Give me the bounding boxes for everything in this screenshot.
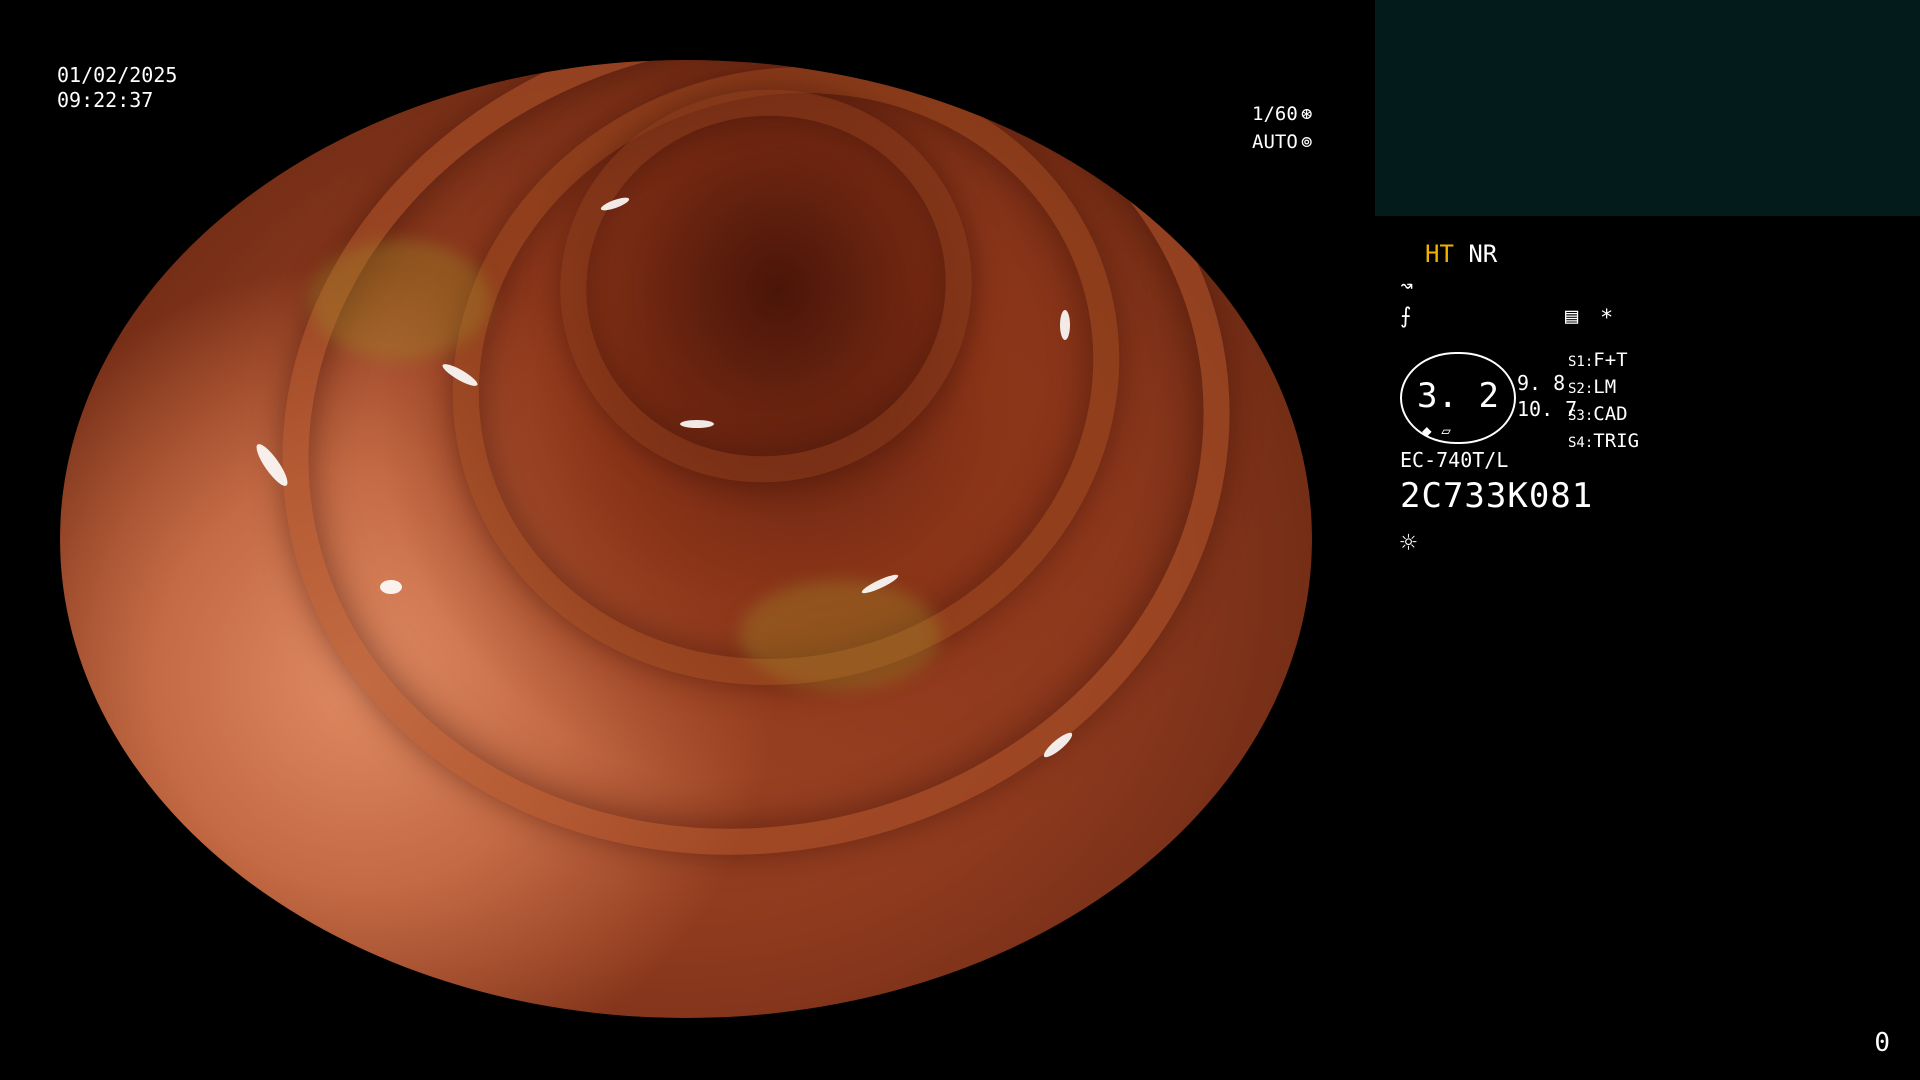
slot-row: S3:CAD [1568, 403, 1628, 425]
function-icon: ⨍ [1400, 304, 1412, 329]
date-text: 01/02/2025 [57, 63, 178, 87]
zoom-value: 3. 2 [1417, 376, 1499, 416]
aperture-icon: ⊛ [1301, 103, 1313, 125]
exposure-overlay: 1/60 ⊛ AUTO ⊚ [1252, 100, 1316, 156]
bile-patch [740, 580, 940, 690]
asterisk-icon: * [1600, 306, 1614, 331]
record-icon: ▤ [1565, 304, 1579, 329]
reflection-highlight [680, 420, 714, 428]
reflection-highlight [1060, 310, 1070, 340]
iris-mode-text: AUTO [1252, 131, 1298, 153]
light-icon: ☼ [1400, 526, 1417, 559]
enhancement-icon: ↝ [1400, 274, 1414, 299]
switch-slots: S1:F+T S2:LM S3:CAD S4:TRIG [1568, 348, 1639, 456]
mode-nr-label: NR [1468, 240, 1498, 268]
image-mode-indicator: HT NR [1425, 240, 1497, 268]
frame-counter: 0 [1874, 1028, 1890, 1058]
slot-row: S2:LM [1568, 376, 1617, 398]
bile-patch [310, 240, 490, 360]
time-text: 09:22:37 [57, 88, 154, 112]
shutter-speed-text: 1/60 [1252, 103, 1298, 125]
scope-serial: 2C733K081 [1400, 476, 1594, 516]
reflection-highlight [380, 580, 402, 594]
scope-tip-icon: ◆ ▱ [1422, 421, 1451, 440]
datetime-overlay: 01/02/2025 09:22:37 [57, 63, 177, 113]
thumbnail-panel [1375, 0, 1920, 216]
slot-row: S1:F+T [1568, 349, 1628, 371]
endoscope-view [60, 60, 1312, 1018]
zoom-gauge: 3. 2 ◆ ▱ [1400, 352, 1516, 444]
scope-model: EC-740T/L [1400, 448, 1509, 472]
iris-icon: ⊚ [1301, 131, 1313, 153]
mode-ht-label: HT [1425, 240, 1454, 268]
slot-row: S4:TRIG [1568, 430, 1640, 452]
